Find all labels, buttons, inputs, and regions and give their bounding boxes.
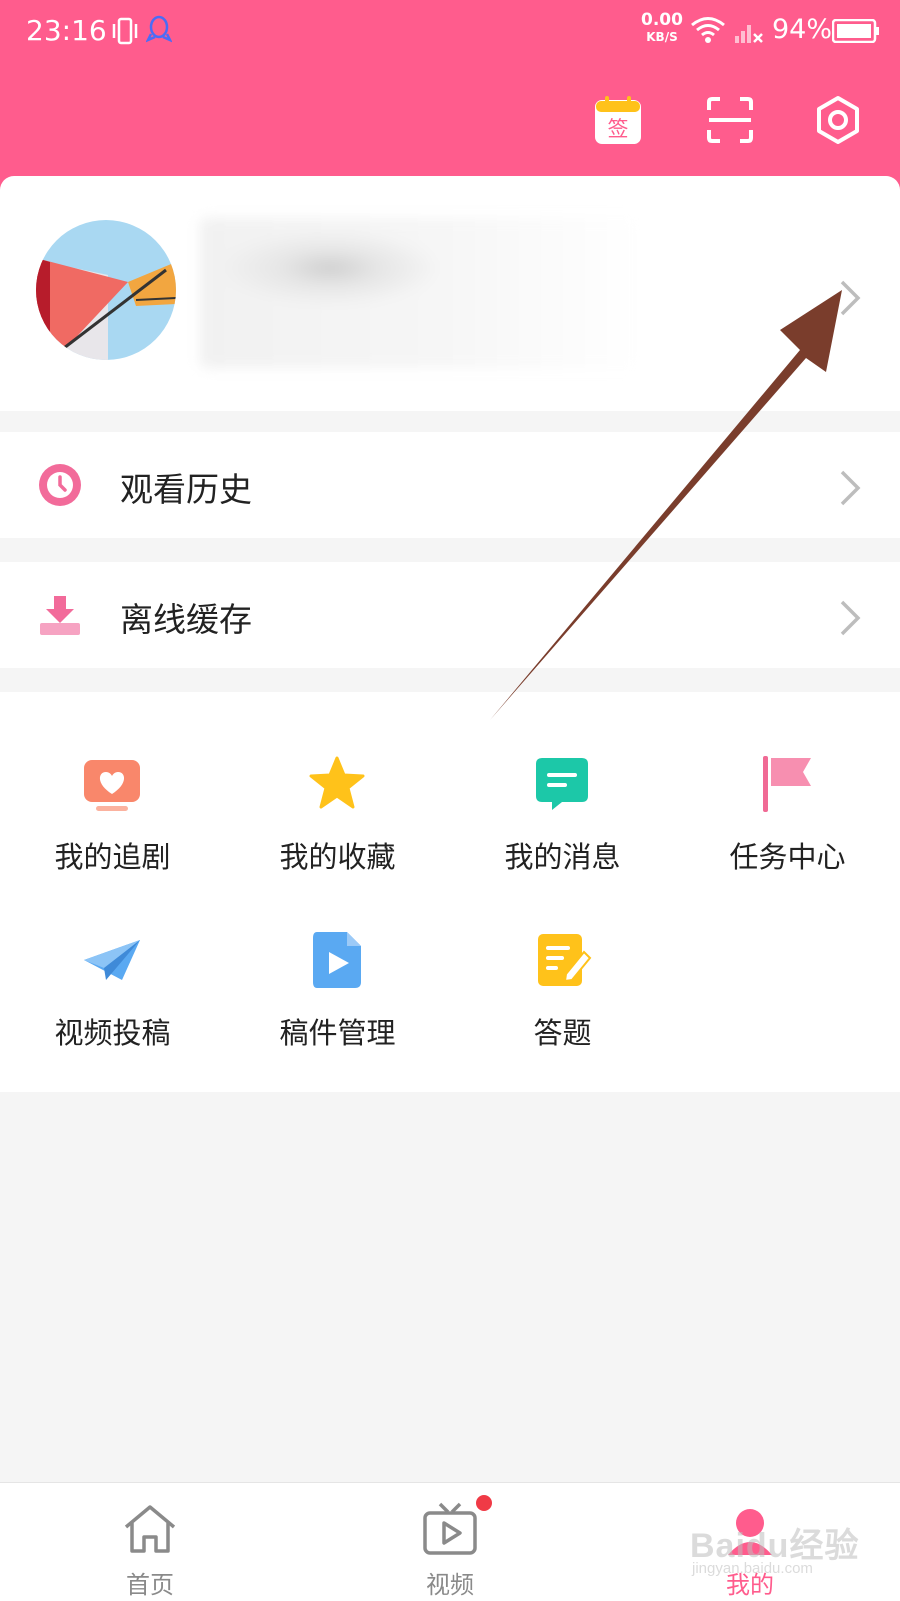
calendar-sign-in-icon[interactable]: 签 <box>590 92 646 148</box>
menu-item-label: 观看历史 <box>120 470 252 509</box>
vibrate-icon <box>110 16 140 50</box>
blurred-username <box>200 218 640 368</box>
scan-icon[interactable] <box>702 92 758 148</box>
video-file-icon <box>313 932 361 988</box>
sign-in-label: 签 <box>608 117 629 141</box>
tv-play-icon <box>423 1502 477 1555</box>
menu-item-offline-cache[interactable]: 离线缓存 <box>0 562 900 668</box>
grid-item-label: 答题 <box>533 1016 592 1050</box>
grid-item-my-messages[interactable]: 我的消息 <box>450 692 675 874</box>
signal-icon <box>734 20 764 48</box>
settings-icon[interactable] <box>810 92 866 148</box>
grid-item-label: 稿件管理 <box>279 1016 396 1050</box>
menu-item-watch-history[interactable]: 观看历史 <box>0 432 900 538</box>
grid-item-manuscript-manage[interactable]: 稿件管理 <box>225 868 450 1050</box>
qq-icon <box>145 14 173 50</box>
tab-label: 首页 <box>126 1571 174 1599</box>
watermark-url: jingyan.baidu.com <box>692 1560 813 1577</box>
menu-item-label: 离线缓存 <box>120 600 252 639</box>
avatar[interactable] <box>36 220 176 360</box>
chevron-right-icon <box>840 280 861 316</box>
star-icon <box>309 755 365 809</box>
edit-note-icon <box>538 934 592 986</box>
message-icon <box>536 758 588 810</box>
status-bar: 23:16 0.00 KB/S 94% <box>0 0 900 64</box>
tab-label: 视频 <box>426 1571 474 1599</box>
grid-item-quiz[interactable]: 答题 <box>450 868 675 1050</box>
wifi-icon <box>690 16 726 48</box>
tab-home[interactable]: 首页 <box>0 1483 300 1601</box>
feature-grid: 我的追剧 我的收藏 我的消息 任务中心 视频投稿 稿件管理 答题 <box>0 692 900 1092</box>
header-actions: 签 <box>0 92 900 152</box>
net-speed-value: 0.00 <box>641 10 683 30</box>
tab-video[interactable]: 视频 <box>300 1483 600 1601</box>
flag-icon <box>763 756 811 812</box>
battery-icon <box>831 18 880 47</box>
grid-item-label: 视频投稿 <box>54 1016 171 1050</box>
chevron-right-icon <box>840 470 861 506</box>
home-icon <box>124 1505 176 1553</box>
grid-item-label: 任务中心 <box>729 840 846 874</box>
status-time: 23:16 <box>26 14 107 47</box>
tv-heart-icon <box>84 760 140 811</box>
chevron-right-icon <box>840 600 861 636</box>
notification-badge <box>476 1495 492 1511</box>
net-speed: 0.00 KB/S <box>640 12 684 46</box>
grid-item-task-center[interactable]: 任务中心 <box>675 692 900 874</box>
net-speed-unit: KB/S <box>646 30 678 44</box>
battery-level: 94% <box>772 14 833 45</box>
profile-card[interactable] <box>0 176 900 411</box>
paper-plane-icon <box>84 940 140 980</box>
grid-item-my-series[interactable]: 我的追剧 <box>0 692 225 874</box>
grid-item-video-submit[interactable]: 视频投稿 <box>0 868 225 1050</box>
clock-icon <box>39 464 81 506</box>
grid-item-my-favorites[interactable]: 我的收藏 <box>225 692 450 874</box>
download-icon <box>40 596 80 635</box>
